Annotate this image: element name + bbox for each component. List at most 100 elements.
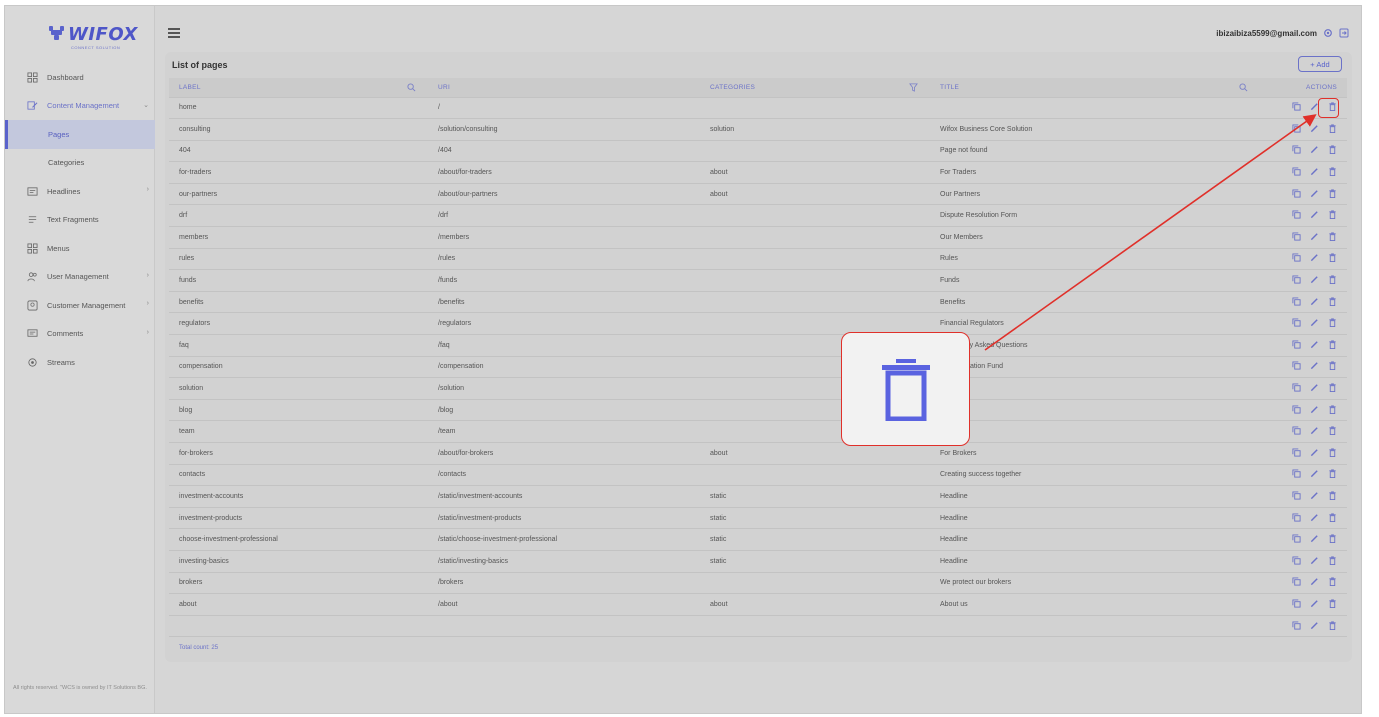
edit-pencil-icon[interactable] [1310, 448, 1319, 457]
table-row[interactable]: home / [169, 96, 1347, 119]
sidebar-item-text-fragments[interactable]: Text Fragments [5, 206, 155, 235]
edit-pencil-icon[interactable] [1310, 361, 1319, 370]
delete-trash-icon[interactable] [1328, 577, 1337, 587]
column-header-uri[interactable]: URI [428, 78, 700, 97]
copy-icon[interactable] [1292, 102, 1301, 111]
edit-pencil-icon[interactable] [1310, 232, 1319, 241]
copy-icon[interactable] [1292, 297, 1301, 306]
copy-icon[interactable] [1292, 383, 1301, 392]
copy-icon[interactable] [1292, 448, 1301, 457]
delete-trash-icon[interactable] [1328, 448, 1337, 457]
table-row[interactable]: choose-investment-professional/static/ch… [169, 528, 1347, 551]
copy-icon[interactable] [1292, 145, 1301, 155]
table-row[interactable]: for-brokers/about/for-brokers about For Br… [169, 442, 1347, 465]
table-row[interactable]: regulators/regulators Financial Regulator… [169, 312, 1347, 335]
menu-toggle-icon[interactable] [168, 28, 180, 38]
sidebar-subitem-categories[interactable]: Categories [5, 149, 155, 178]
copy-icon[interactable] [1292, 491, 1301, 500]
copy-icon[interactable] [1292, 426, 1301, 435]
table-row[interactable]: funds/funds Funds [169, 269, 1347, 292]
edit-pencil-icon[interactable] [1310, 189, 1319, 198]
table-row[interactable] [169, 614, 1347, 637]
copy-icon[interactable] [1292, 124, 1301, 133]
delete-trash-icon[interactable] [1328, 469, 1337, 479]
delete-trash-icon[interactable] [1328, 167, 1337, 177]
copy-icon[interactable] [1292, 405, 1301, 414]
table-row[interactable]: blog/blog [169, 398, 1347, 421]
copy-icon[interactable] [1292, 232, 1301, 241]
sidebar-item-dashboard[interactable]: Dashboard [5, 63, 155, 92]
table-row[interactable]: solution/solution [169, 377, 1347, 400]
add-page-button[interactable]: + Add [1298, 56, 1342, 72]
edit-pencil-icon[interactable] [1310, 297, 1319, 306]
delete-trash-icon[interactable] [1328, 361, 1337, 371]
table-row[interactable]: investing-basics/static/investing-basics… [169, 549, 1347, 573]
edit-pencil-icon[interactable] [1310, 577, 1319, 586]
delete-trash-icon[interactable] [1328, 491, 1337, 500]
delete-trash-icon[interactable] [1328, 145, 1337, 155]
copy-icon[interactable] [1292, 340, 1301, 349]
copy-icon[interactable] [1292, 275, 1301, 284]
column-header-categories[interactable]: CATEGORIES [700, 78, 930, 97]
user-email[interactable]: ibizaibiza5599@gmail.com [1216, 29, 1317, 38]
table-row[interactable]: team/team [169, 420, 1347, 443]
copy-icon[interactable] [1292, 167, 1301, 176]
copy-icon[interactable] [1292, 189, 1301, 198]
table-row[interactable]: about/about about About us [169, 593, 1347, 616]
table-row[interactable]: consulting/solution/consulting solution Wi… [169, 118, 1347, 141]
copy-icon[interactable] [1292, 361, 1301, 370]
copy-icon[interactable] [1292, 534, 1301, 543]
edit-pencil-icon[interactable] [1310, 145, 1319, 154]
table-row[interactable]: 404/404 Page not found [169, 139, 1347, 162]
delete-trash-icon[interactable] [1328, 426, 1337, 436]
edit-pencil-icon[interactable] [1310, 405, 1319, 414]
delete-trash-icon[interactable] [1328, 253, 1337, 263]
sidebar-item-customer-management[interactable]: Customer Management › [5, 291, 155, 320]
table-row[interactable]: drf/drf Dispute Resolution Form [169, 204, 1347, 227]
delete-trash-icon[interactable] [1328, 124, 1337, 133]
sidebar-item-headlines[interactable]: Headlines › [5, 177, 155, 206]
edit-pencil-icon[interactable] [1310, 534, 1319, 543]
search-icon[interactable] [407, 83, 416, 92]
table-row[interactable]: brokers/brokers We protect our brokers [169, 571, 1347, 594]
delete-trash-icon[interactable] [1328, 232, 1337, 241]
logout-icon[interactable] [1339, 28, 1349, 38]
sidebar-item-comments[interactable]: Comments › [5, 320, 155, 349]
copy-icon[interactable] [1292, 318, 1301, 327]
edit-pencil-icon[interactable] [1310, 556, 1319, 565]
delete-trash-icon[interactable] [1328, 513, 1337, 522]
table-row[interactable]: rules/rules Rules [169, 247, 1347, 270]
edit-pencil-icon[interactable] [1310, 318, 1319, 327]
delete-trash-icon[interactable] [1328, 383, 1337, 393]
sidebar-item-menus[interactable]: Menus [5, 234, 155, 263]
edit-pencil-icon[interactable] [1310, 275, 1319, 284]
delete-trash-icon[interactable] [1328, 210, 1337, 220]
table-row[interactable]: faq/faq Frequently Asked Questions [169, 334, 1347, 357]
edit-pencil-icon[interactable] [1310, 253, 1319, 262]
table-row[interactable]: compensation/compensation Compensation Fu… [169, 355, 1347, 378]
filter-icon[interactable] [909, 83, 918, 92]
copy-icon[interactable] [1292, 253, 1301, 263]
edit-pencil-icon[interactable] [1310, 513, 1319, 522]
sidebar-item-content-management[interactable]: Content Management ⌄ [5, 92, 155, 121]
delete-trash-icon[interactable] [1328, 318, 1337, 328]
edit-pencil-icon[interactable] [1310, 340, 1319, 349]
table-row[interactable]: for-traders/about/for-traders about For Tr… [169, 161, 1347, 184]
delete-trash-icon[interactable] [1328, 189, 1337, 198]
brand-logo[interactable]: WIFOX CONNECT SOLUTION [49, 26, 138, 50]
table-row[interactable]: investment-products/static/investment-pr… [169, 506, 1347, 529]
edit-pencil-icon[interactable] [1310, 599, 1319, 608]
table-row[interactable]: investment-accounts/static/investment-ac… [169, 485, 1347, 508]
sidebar-subitem-pages[interactable]: Pages [5, 120, 155, 149]
delete-trash-icon[interactable] [1328, 340, 1337, 349]
edit-pencil-icon[interactable] [1310, 124, 1319, 133]
delete-trash-icon[interactable] [1328, 620, 1337, 630]
copy-icon[interactable] [1292, 556, 1301, 565]
column-header-label[interactable]: LABEL [169, 78, 428, 97]
table-row[interactable]: benefits/benefits Benefits [169, 290, 1347, 313]
edit-pencil-icon[interactable] [1310, 167, 1319, 176]
delete-trash-icon[interactable] [1328, 275, 1337, 285]
edit-pencil-icon[interactable] [1310, 426, 1319, 435]
table-row[interactable]: our-partners/about/our-partners about Our … [169, 182, 1347, 205]
copy-icon[interactable] [1292, 577, 1301, 586]
